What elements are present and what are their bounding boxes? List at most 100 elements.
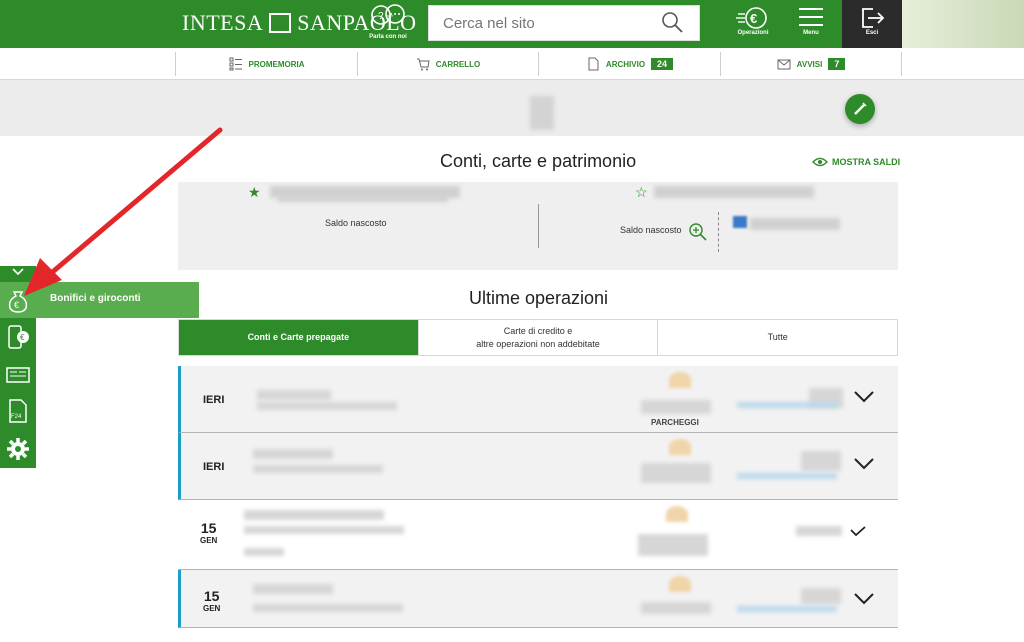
operation-row[interactable]: IERI PARCHEGGI [178,366,898,433]
collapse-bar-button[interactable] [0,266,36,282]
blurred-profile [530,96,554,130]
page: INTESA SANPAOLO ? Parla con noi € Operaz… [0,0,1024,642]
bonifici-giroconti-flyout[interactable]: Bonifici e giroconti [36,282,199,318]
card-thumbnail [733,216,747,228]
search-icon[interactable] [661,11,683,33]
blurred-amount-detail [737,606,837,612]
header-decoration [902,0,1024,48]
blurred-account-name-2 [654,186,814,198]
show-balances-label: MOSTRA SALDI [832,157,901,167]
blurred-category [641,463,711,483]
f24-form-icon[interactable]: F24 [5,398,31,424]
brand-mark-icon [269,13,292,33]
accounts-title: Conti, carte e patrimonio [440,151,637,171]
tab-conti-carte-label: Conti e Carte prepagate [247,332,350,342]
category-icon [669,372,691,388]
brand-name: INTESA [182,10,264,35]
help-label: Parla con noi [369,34,407,40]
operation-day: IERI [203,394,225,406]
operations-tabs: Conti e Carte prepagate Carte di credito… [178,319,898,356]
envelope-icon [777,59,791,70]
tab-conti-carte[interactable]: Conti e Carte prepagate [179,320,418,355]
secondary-nav: PROMEMORIA CARRELLO ARCHIVIO 24 AVVISI 7 [0,48,1024,80]
quick-action-bonifici[interactable]: € [0,282,36,318]
hamburger-icon [782,0,840,30]
blurred-amount [801,588,841,604]
category-icon [666,506,688,522]
blurred-subdescription [253,465,383,473]
blurred-amount [801,451,841,471]
logout-icon [842,0,902,30]
operation-row[interactable]: IERI [178,433,898,500]
accounts-card: ★ Saldo nascosto ☆ Saldo nascosto [178,182,898,270]
blurred-description [253,584,333,594]
bill-payment-icon[interactable] [5,362,31,388]
nav-archivio[interactable]: ARCHIVIO 24 [538,52,720,76]
operation-row[interactable]: 15 GEN [178,500,898,570]
svg-text:€: € [14,300,19,310]
blurred-amount [796,526,842,536]
search-input[interactable] [429,6,649,40]
blurred-subdescription [244,526,404,534]
search-box [428,5,700,41]
chevron-down-icon[interactable] [853,457,875,471]
nav-promemoria[interactable]: PROMEMORIA [175,52,357,76]
card-divider [538,204,539,248]
cart-icon [416,58,430,71]
operazioni-button[interactable]: € Operazioni [724,0,782,48]
blurred-description [257,390,331,400]
top-header: INTESA SANPAOLO ? Parla con noi € Operaz… [0,0,1024,48]
operation-day: IERI [203,461,225,473]
money-bag-euro-icon: € [8,291,28,313]
chevron-down-icon [12,268,24,276]
nav-avvisi-label: AVVISI [796,59,823,69]
tab-carte-credito[interactable]: Carte di credito e altre operazioni non … [417,320,658,355]
balance-hidden-1: Saldo nascosto [325,218,387,228]
chevron-down-icon[interactable] [853,390,875,404]
avvisi-count-badge: 7 [828,58,846,70]
mobile-euro-icon[interactable]: € [5,324,31,350]
operation-row[interactable]: 15 GEN [178,570,898,628]
svg-text:?: ? [378,11,384,22]
nav-avvisi[interactable]: AVVISI 7 [720,52,902,76]
category-icon [669,439,691,455]
operation-month: GEN [203,604,221,613]
eye-icon [812,157,828,167]
blurred-category [638,534,708,556]
svg-text:€: € [750,11,757,26]
operation-day: 15 [203,588,220,604]
chat-bubbles-icon: ? [362,4,414,34]
zoom-in-icon[interactable] [688,222,708,242]
chevron-down-icon[interactable] [853,592,875,606]
svg-text:€: € [20,333,25,342]
balance-hidden-2: Saldo nascosto [620,225,682,235]
gear-icon[interactable] [5,436,31,462]
flyout-label: Bonifici e giroconti [50,293,141,304]
card-dotted-divider [718,212,719,252]
document-icon [588,57,599,71]
archivio-count-badge: 24 [651,58,674,70]
blurred-extra [244,548,284,556]
show-balances-toggle[interactable]: MOSTRA SALDI [812,157,900,167]
tab-carte-credito-label: Carte di credito e altre operazioni non … [476,325,600,351]
operations-title: Ultime operazioni [469,288,609,308]
help-chat-button[interactable]: ? Parla con noi [362,4,414,44]
operation-date: 15 GEN [203,588,220,613]
nav-carrello[interactable]: CARRELLO [357,52,538,76]
menu-button[interactable]: Menu [782,0,840,48]
category-icon [669,576,691,592]
blurred-amount-detail [737,473,837,479]
logout-button[interactable]: Esci [842,0,902,48]
favorite-star-outline-icon[interactable]: ☆ [635,184,648,201]
operations-list: IERI PARCHEGGI IERI 15 GEN 15 GEN [178,366,898,628]
nav-promemoria-label: PROMEMORIA [248,59,305,69]
blurred-card-info [750,218,840,230]
blurred-description [244,510,384,520]
check-icon[interactable] [850,526,866,536]
tab-tutte[interactable]: Tutte [657,320,897,355]
euro-operations-icon: € [724,0,782,30]
blurred-amount-detail [737,402,837,408]
favorite-star-icon[interactable]: ★ [248,184,261,201]
blurred-subdescription [253,604,403,612]
edit-button[interactable] [845,94,875,124]
